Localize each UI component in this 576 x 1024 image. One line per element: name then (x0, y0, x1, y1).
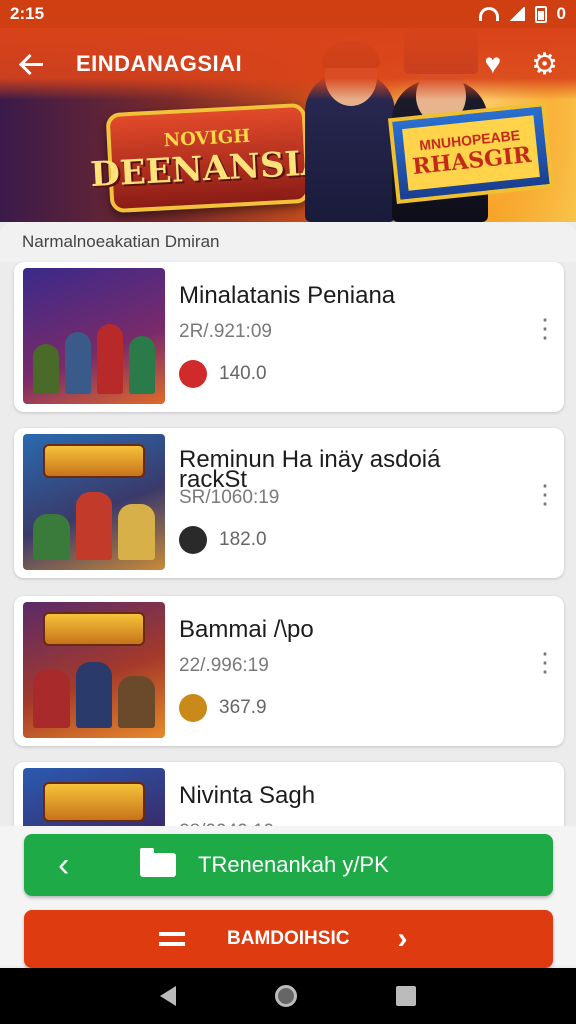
more-options-icon[interactable]: ⋮ (532, 649, 558, 675)
publisher-icon (179, 360, 207, 388)
thumbnail-figure (33, 344, 59, 394)
thumbnail-figure (118, 676, 156, 728)
game-title: Nivinta Sagh (179, 782, 316, 809)
game-thumbnail (23, 434, 165, 570)
thumbnail-characters (33, 490, 156, 560)
system-nav-bar (0, 968, 576, 1024)
hero-game-logo: NOVIGH DEENANSIA (89, 102, 328, 214)
more-options-icon[interactable]: ⋮ (532, 315, 558, 341)
app-title: EINDANAGSIAI (76, 51, 243, 76)
nav-back-icon[interactable] (159, 986, 176, 1006)
chevron-left-icon: ‹ (58, 845, 70, 884)
signal-icon (508, 7, 525, 21)
thumbnail-logo (43, 612, 145, 646)
game-count: 367.9 (219, 697, 267, 718)
game-thumbnail (23, 602, 165, 738)
folder-icon (140, 848, 176, 877)
game-subtitle: SR/1060:19 (179, 487, 280, 508)
download-apk-label: TRenenankah y/PK (198, 852, 389, 877)
thumbnail-figure (118, 504, 156, 560)
game-thumbnail (23, 268, 165, 404)
game-title: Reminun Ha inäy asdoiá rackSt (179, 448, 440, 492)
wifi-icon (478, 7, 499, 21)
hero-badge-inner: MNUHOPEABE RHASGIR (402, 115, 540, 191)
list-item[interactable]: Minalatanis Peniana 2R/.921:09 140.0 ⋮ (14, 262, 564, 412)
nav-home-icon[interactable] (274, 985, 297, 1007)
hero-logo-main-text: DEENANSIA (89, 142, 328, 195)
status-icons: 0 (478, 4, 566, 24)
thumbnail-figure (75, 492, 113, 560)
game-count: 182.0 (219, 529, 267, 550)
menu-icon (159, 932, 185, 946)
thumbnail-characters (33, 658, 156, 728)
game-title: Bammai /\po (179, 616, 314, 643)
list-item[interactable]: Bammai /\po 22/.996:19 367.9 ⋮ (14, 596, 564, 746)
thumbnail-figure (65, 332, 91, 394)
nav-recents-icon[interactable] (396, 986, 417, 1006)
publisher-icon (179, 526, 207, 554)
section-title: Narmalnoeakatian Dmiran (0, 222, 576, 262)
download-apk-button[interactable]: ‹ TRenenankah y/PK (24, 834, 553, 896)
primary-action-button[interactable]: BAMDOIHSIC › (24, 910, 553, 968)
gear-icon[interactable]: ⚙ (531, 47, 558, 82)
hero-banner: EINDANAGSIAI ♥ ⚙ NOVIGH DEENANSIA MNUHOP… (0, 28, 576, 222)
hero-badge: MNUHOPEABE RHASGIR (387, 101, 555, 205)
game-subtitle: 2R/.921:09 (179, 321, 272, 342)
thumbnail-figure (97, 324, 123, 394)
heart-icon[interactable]: ♥ (484, 48, 501, 80)
status-bar: 2:15 0 (0, 0, 576, 28)
thumbnail-figure (33, 514, 70, 560)
app-bar: EINDANAGSIAI ♥ ⚙ (0, 28, 576, 100)
thumbnail-figure (33, 670, 70, 728)
primary-action-label: BAMDOIHSIC (227, 928, 350, 949)
battery-icon (534, 5, 547, 23)
game-title: Minalatanis Peniana (179, 282, 396, 309)
publisher-icon (179, 694, 207, 722)
thumbnail-figure (75, 662, 113, 728)
back-arrow-icon[interactable] (18, 49, 48, 79)
chevron-right-icon: › (397, 922, 408, 955)
thumbnail-logo (43, 444, 145, 478)
thumbnail-figure (129, 336, 155, 394)
game-count: 140.0 (219, 363, 267, 384)
list-item[interactable]: Reminun Ha inäy asdoiá rackSt SR/1060:19… (14, 428, 564, 578)
screen: 2:15 0 EINDANAGSIAI ♥ ⚙ NOVIGH DEENANSIA… (0, 0, 576, 1024)
game-subtitle: 22/.996:19 (179, 655, 269, 676)
status-time: 2:15 (10, 4, 45, 23)
thumbnail-logo (43, 782, 145, 822)
thumbnail-characters (33, 324, 155, 394)
more-options-icon[interactable]: ⋮ (532, 481, 558, 507)
battery-percent: 0 (556, 4, 566, 23)
